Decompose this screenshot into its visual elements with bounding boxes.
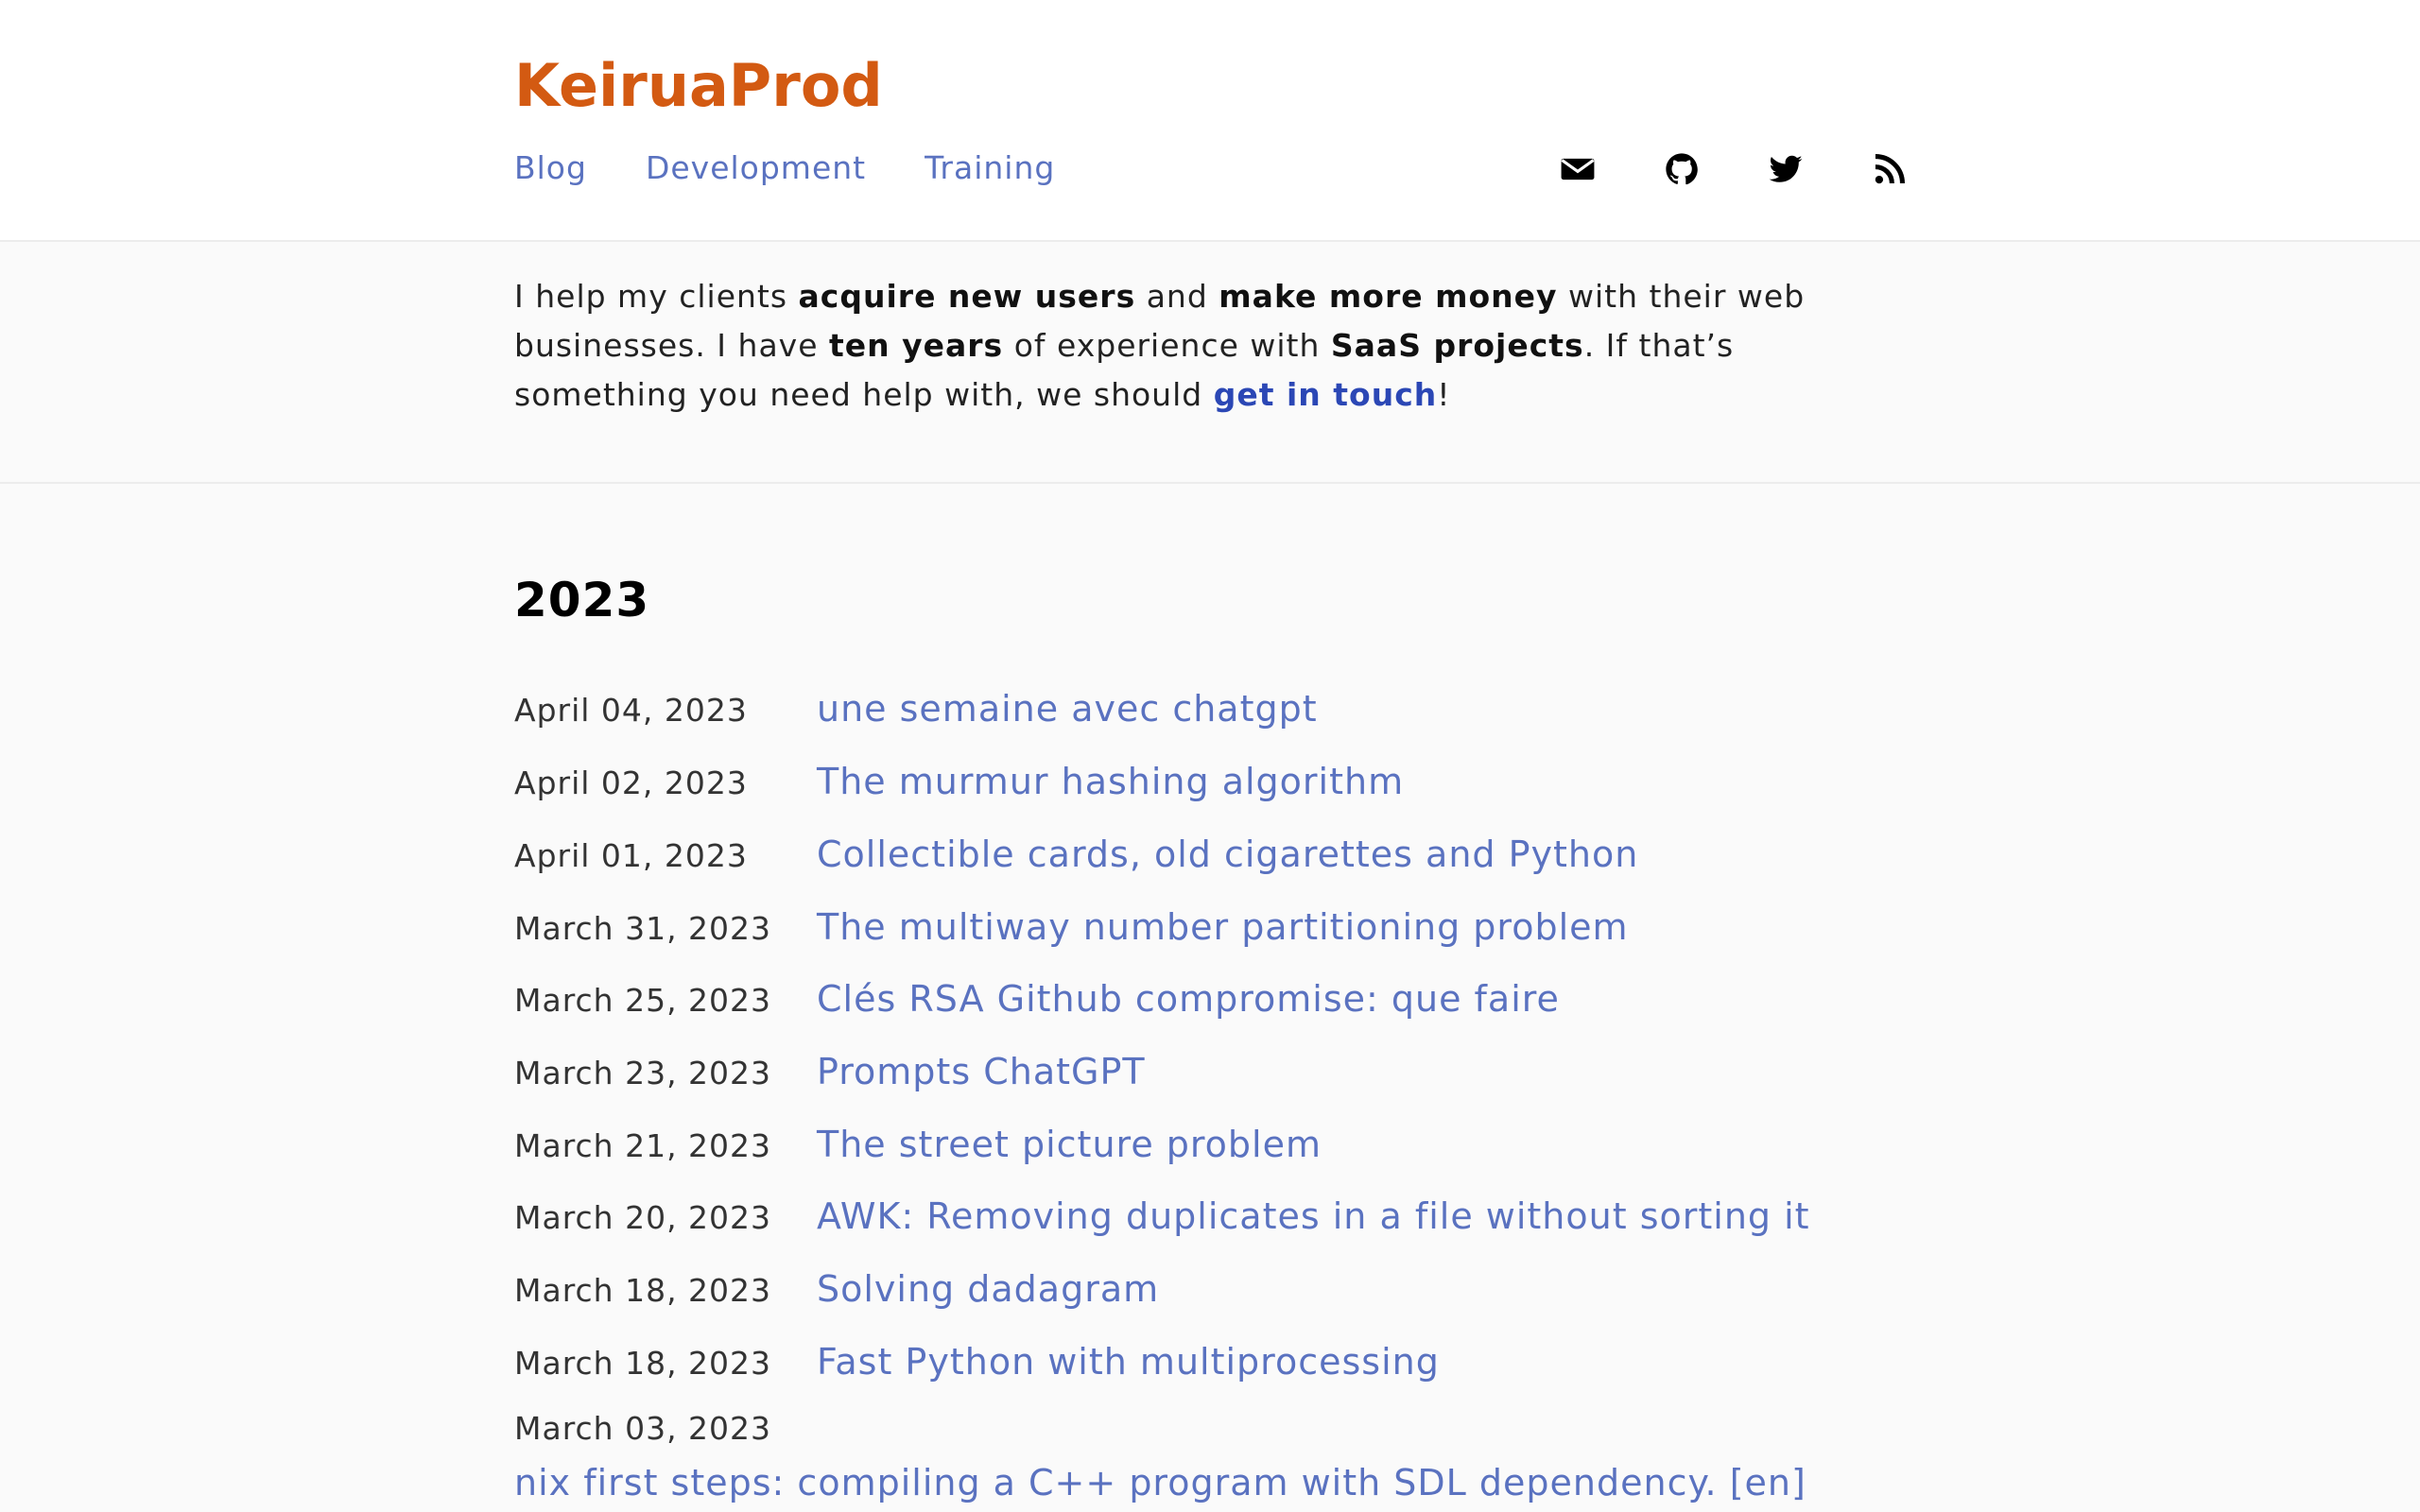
post-row: March 21, 2023 The street picture proble… [514, 1124, 1322, 1165]
post-link[interactable]: nix first steps: compiling a C++ program… [514, 1462, 1806, 1503]
social-icons [1560, 151, 1908, 187]
post-date: April 02, 2023 [514, 765, 748, 801]
post-row: March 23, 2023 Prompts ChatGPT [514, 1051, 1146, 1092]
intro-text-part: I help my clients [514, 278, 799, 315]
post-row: March 31, 2023 The multiway number parti… [514, 906, 1629, 948]
post-link[interactable]: The multiway number partitioning problem [817, 906, 1629, 948]
intro-text-part: and [1135, 278, 1219, 315]
twitter-icon[interactable] [1768, 151, 1804, 187]
post-date: March 18, 2023 [514, 1345, 772, 1382]
year-heading: 2023 [514, 573, 650, 627]
post-date: March 23, 2023 [514, 1055, 772, 1091]
post-link[interactable]: Prompts ChatGPT [817, 1051, 1146, 1092]
post-date: March 18, 2023 [514, 1272, 772, 1309]
post-date: April 01, 2023 [514, 837, 748, 874]
post-row: March 18, 2023 Fast Python with multipro… [514, 1341, 1440, 1383]
intro-section: I help my clients acquire new users and … [0, 242, 2420, 484]
get-in-touch-link[interactable]: get in touch [1214, 376, 1438, 413]
intro-text-part: of experience with [1003, 327, 1331, 364]
post-link[interactable]: Clés RSA Github compromise: que faire [817, 978, 1560, 1020]
post-link[interactable]: The murmur hashing algorithm [817, 761, 1404, 802]
site-title[interactable]: KeiruaProd [514, 57, 883, 115]
post-row: March 20, 2023 AWK: Removing duplicates … [514, 1195, 1810, 1237]
intro-highlight-new-users: acquire new users [798, 278, 1136, 315]
post-row: April 01, 2023 Collectible cards, old ci… [514, 833, 1638, 875]
intro-highlight-saas: SaaS projects [1330, 327, 1584, 364]
nav-training[interactable]: Training [925, 149, 1055, 186]
post-link[interactable]: Solving dadagram [817, 1268, 1159, 1310]
site-header: KeiruaProd Blog Development Training [0, 0, 2420, 242]
intro-text-part: ! [1437, 376, 1451, 413]
post-row: March 03, 2023 nix first steps: compilin… [514, 1410, 1806, 1503]
post-link[interactable]: Fast Python with multiprocessing [817, 1341, 1440, 1383]
nav-development[interactable]: Development [646, 149, 866, 186]
github-icon[interactable] [1664, 151, 1700, 187]
post-date: March 21, 2023 [514, 1127, 772, 1164]
post-link[interactable]: Collectible cards, old cigarettes and Py… [817, 833, 1638, 875]
rss-icon[interactable] [1872, 151, 1908, 187]
main-nav: Blog Development Training [514, 149, 1055, 186]
post-date: April 04, 2023 [514, 692, 748, 729]
post-row: April 02, 2023 The murmur hashing algori… [514, 761, 1404, 802]
post-row: March 18, 2023 Solving dadagram [514, 1268, 1159, 1310]
post-date: March 25, 2023 [514, 982, 772, 1019]
post-row: April 04, 2023 une semaine avec chatgpt [514, 688, 1318, 730]
nav-blog[interactable]: Blog [514, 149, 587, 186]
intro-highlight-ten-years: ten years [828, 327, 1004, 364]
post-date: March 03, 2023 [514, 1410, 772, 1447]
post-link[interactable]: une semaine avec chatgpt [817, 688, 1318, 730]
post-link[interactable]: The street picture problem [817, 1124, 1322, 1165]
envelope-icon[interactable] [1560, 151, 1596, 187]
post-date: March 31, 2023 [514, 910, 772, 947]
post-link[interactable]: AWK: Removing duplicates in a file witho… [817, 1195, 1810, 1237]
post-date: March 20, 2023 [514, 1199, 772, 1236]
intro-text: I help my clients acquire new users and … [514, 272, 1913, 420]
post-row: March 25, 2023 Clés RSA Github compromis… [514, 978, 1560, 1020]
intro-highlight-more-money: make more money [1219, 278, 1558, 315]
